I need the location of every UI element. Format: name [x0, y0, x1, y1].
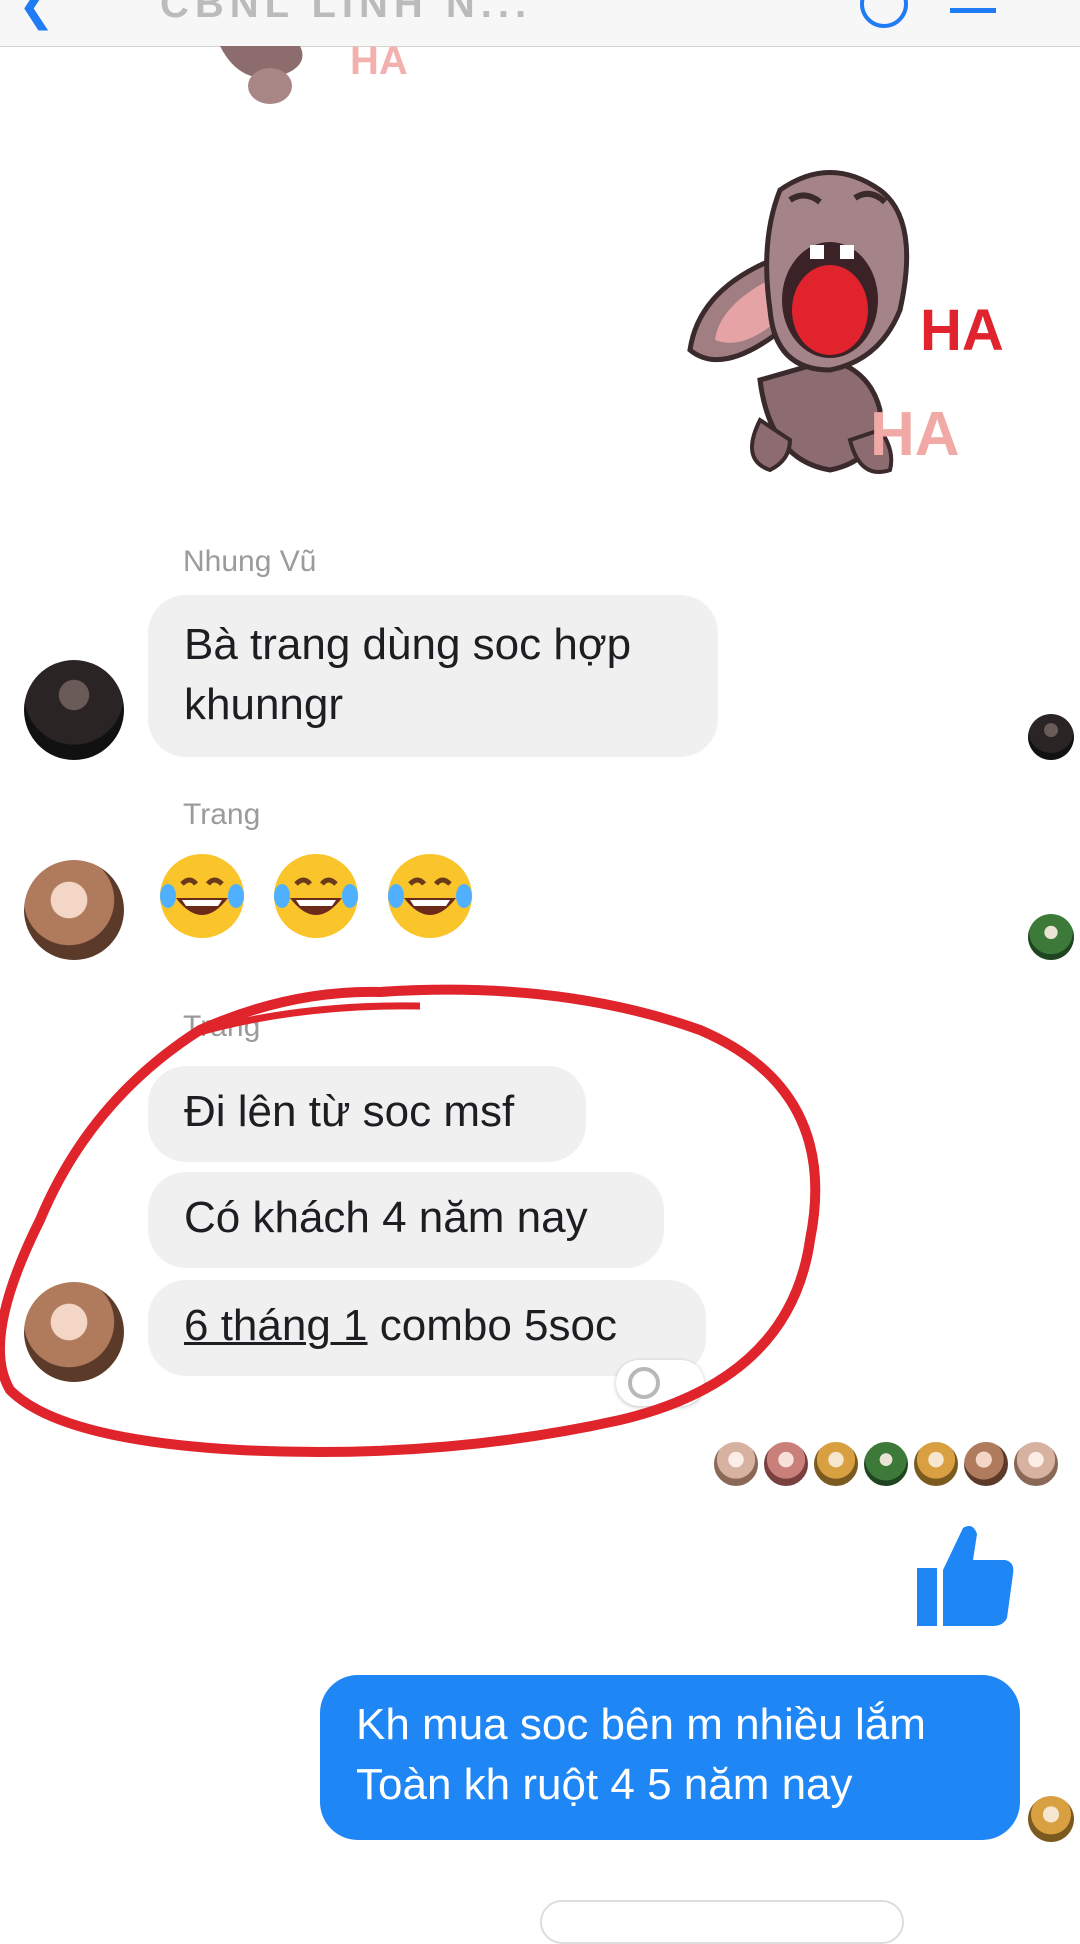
message-line: Bà trang dùng soc hợp [184, 620, 632, 669]
red-circle-annotation [0, 984, 821, 1457]
read-receipt-avatar [1028, 1796, 1074, 1842]
seen-avatar [862, 1440, 910, 1488]
message-input[interactable] [540, 1900, 904, 1944]
laughing-tears-emoji-icon [160, 854, 244, 938]
seen-avatar [812, 1440, 860, 1488]
my-message-bubble[interactable]: Kh mua soc bên m nhiều lắm Toàn kh ruột … [320, 1675, 1020, 1840]
sender-name: Nhung Vũ [183, 545, 317, 578]
menu-icon[interactable] [950, 0, 996, 13]
read-receipt-avatar [1028, 914, 1074, 960]
message-bubble[interactable]: Bà trang dùng soc hợp khunngr [148, 595, 718, 757]
conversation-title[interactable]: CBNL LINH N... [160, 0, 532, 27]
avatar[interactable] [24, 660, 124, 760]
seen-avatar [712, 1440, 760, 1488]
message-line: Toàn kh ruột 4 5 năm nay [356, 1760, 853, 1809]
phone-icon[interactable] [860, 0, 908, 28]
thumbs-up-icon[interactable] [915, 1520, 1015, 1630]
seen-by-row[interactable] [712, 1440, 1072, 1488]
seen-avatar [912, 1440, 960, 1488]
svg-text:HA: HA [920, 298, 1004, 363]
laughing-dog-sticker-partial: HA [220, 46, 408, 104]
avatar[interactable] [24, 860, 124, 960]
seen-avatar [1012, 1440, 1060, 1488]
seen-avatar [962, 1440, 1010, 1488]
laughing-dog-sticker: HA HA [687, 170, 1004, 474]
message-line: Kh mua soc bên m nhiều lắm [356, 1700, 926, 1749]
emoji-message[interactable] [156, 850, 516, 960]
svg-text:HA: HA [350, 46, 408, 83]
navigation-bar: ❮ CBNL LINH N... [0, 0, 1080, 47]
laughing-tears-emoji-icon [388, 854, 472, 938]
laughing-tears-emoji-icon [274, 854, 358, 938]
sender-name: Trang [183, 798, 261, 831]
seen-avatar [762, 1440, 810, 1488]
svg-text:HA: HA [870, 400, 960, 469]
read-receipt-avatar [1028, 714, 1074, 760]
chevron-left-icon[interactable]: ❮ [18, 0, 58, 28]
message-line: khunngr [184, 680, 344, 729]
